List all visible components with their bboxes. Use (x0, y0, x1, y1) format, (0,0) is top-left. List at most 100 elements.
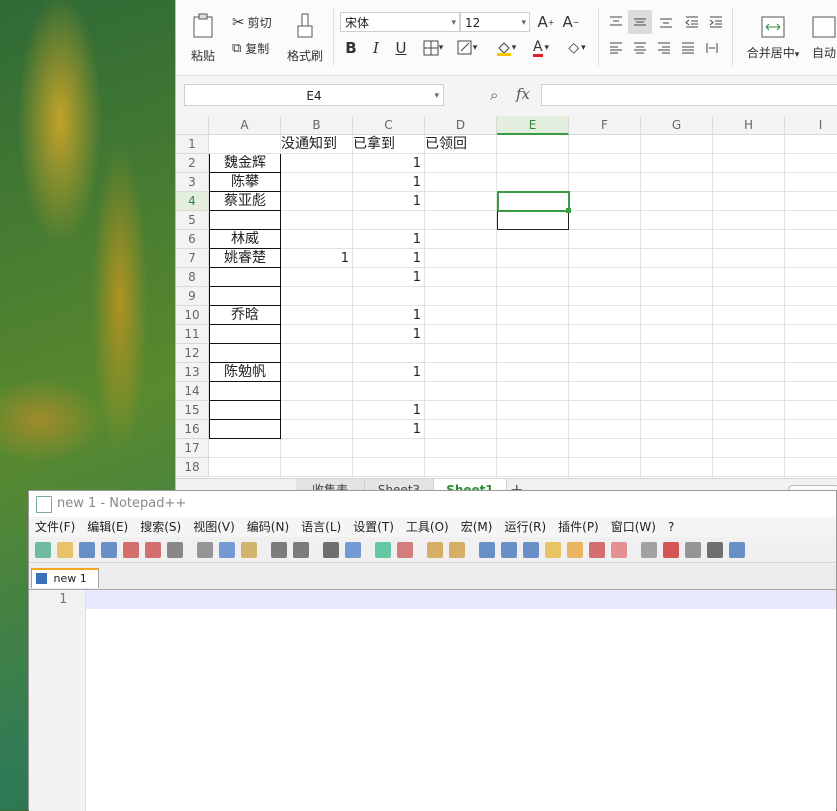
cell-i12[interactable] (785, 344, 837, 363)
menu-item-8[interactable]: 宏(M) (455, 517, 499, 537)
function-list-icon[interactable] (567, 542, 583, 558)
cell-b2[interactable] (281, 154, 353, 173)
row-header-12[interactable]: 12 (176, 344, 209, 363)
row-header-5[interactable]: 5 (176, 211, 209, 230)
cell-i6[interactable] (785, 230, 837, 249)
merge-center-button[interactable]: 合并居中▾ (742, 10, 804, 66)
doc-map-icon[interactable] (545, 542, 561, 558)
sync-v-icon[interactable] (427, 542, 443, 558)
row-header-16[interactable]: 16 (176, 420, 209, 439)
underline-button[interactable]: U (392, 38, 410, 58)
cell-b11[interactable] (281, 325, 353, 344)
cell-f5[interactable] (569, 211, 641, 230)
cell-d7[interactable] (425, 249, 497, 268)
column-header-b[interactable]: B (281, 116, 353, 135)
fx-button[interactable]: fx (516, 85, 530, 103)
word-wrap-icon[interactable] (479, 542, 495, 558)
align-right-button[interactable] (654, 38, 674, 58)
cell-g17[interactable] (641, 439, 713, 458)
cell-d14[interactable] (425, 382, 497, 401)
font-size-select[interactable]: 12 ▾ (460, 12, 530, 32)
font-color-button[interactable]: A ▾ (526, 38, 556, 58)
cell-h15[interactable] (713, 401, 785, 420)
align-left-button[interactable] (606, 38, 626, 58)
cell-a11[interactable] (209, 325, 281, 344)
row-header-8[interactable]: 8 (176, 268, 209, 287)
cell-f13[interactable] (569, 363, 641, 382)
cell-i11[interactable] (785, 325, 837, 344)
cell-c7[interactable]: 1 (353, 249, 425, 268)
copy-button[interactable]: ⧉ 复制 (232, 38, 269, 58)
find-icon[interactable] (323, 542, 339, 558)
monitor-icon[interactable] (611, 542, 627, 558)
cell-f11[interactable] (569, 325, 641, 344)
cell-i10[interactable] (785, 306, 837, 325)
align-center-button[interactable] (630, 38, 650, 58)
cell-d2[interactable] (425, 154, 497, 173)
menu-item-2[interactable]: 搜索(S) (134, 517, 187, 537)
cell-a1[interactable] (209, 135, 281, 154)
cell-b13[interactable] (281, 363, 353, 382)
menu-item-6[interactable]: 设置(T) (347, 517, 400, 537)
cell-g2[interactable] (641, 154, 713, 173)
cell-a8[interactable] (209, 268, 281, 287)
cell-i9[interactable] (785, 287, 837, 306)
cell-c18[interactable] (353, 458, 425, 477)
cell-h7[interactable] (713, 249, 785, 268)
cell-b17[interactable] (281, 439, 353, 458)
replace-icon[interactable] (345, 542, 361, 558)
cell-e1[interactable] (497, 135, 569, 154)
close-icon[interactable] (123, 542, 139, 558)
cell-h5[interactable] (713, 211, 785, 230)
cell-e16[interactable] (497, 420, 569, 439)
stop-icon[interactable] (663, 542, 679, 558)
cell-i16[interactable] (785, 420, 837, 439)
cell-e11[interactable] (497, 325, 569, 344)
cell-e12[interactable] (497, 344, 569, 363)
cell-c12[interactable] (353, 344, 425, 363)
cell-c15[interactable]: 1 (353, 401, 425, 420)
cell-b10[interactable] (281, 306, 353, 325)
cell-b1[interactable]: 没通知到 (281, 135, 353, 154)
cell-e3[interactable] (497, 173, 569, 192)
cell-i4[interactable] (785, 192, 837, 211)
cell-c1[interactable]: 已拿到 (353, 135, 425, 154)
cell-a13[interactable]: 陈勉帆 (209, 363, 281, 382)
cell-f18[interactable] (569, 458, 641, 477)
print-icon[interactable] (167, 542, 183, 558)
cell-g9[interactable] (641, 287, 713, 306)
cell-style-button[interactable]: ▾ (452, 38, 482, 58)
cell-f14[interactable] (569, 382, 641, 401)
row-header-15[interactable]: 15 (176, 401, 209, 420)
open-file-icon[interactable] (57, 542, 73, 558)
cell-g14[interactable] (641, 382, 713, 401)
indent-increase-button[interactable] (706, 12, 726, 32)
cell-b8[interactable] (281, 268, 353, 287)
editor-area[interactable]: 1 (29, 590, 836, 811)
row-header-14[interactable]: 14 (176, 382, 209, 401)
cell-h14[interactable] (713, 382, 785, 401)
cell-f17[interactable] (569, 439, 641, 458)
cell-c6[interactable]: 1 (353, 230, 425, 249)
cell-d5[interactable] (425, 211, 497, 230)
cell-f9[interactable] (569, 287, 641, 306)
cell-e15[interactable] (497, 401, 569, 420)
cell-e13[interactable] (497, 363, 569, 382)
align-top-button[interactable] (606, 12, 626, 32)
cell-c5[interactable] (353, 211, 425, 230)
cell-h17[interactable] (713, 439, 785, 458)
cell-d10[interactable] (425, 306, 497, 325)
column-header-f[interactable]: F (569, 116, 641, 135)
cell-g11[interactable] (641, 325, 713, 344)
cell-c9[interactable] (353, 287, 425, 306)
cell-h11[interactable] (713, 325, 785, 344)
cell-h10[interactable] (713, 306, 785, 325)
cell-grid[interactable]: A B C D E F G H I 1 没通知到 已拿到 已领回 2 魏金辉 1 3 陈攀 1 4 蔡亚彪 1 5 6 林威 1 7… (176, 116, 837, 478)
cell-i5[interactable] (785, 211, 837, 230)
cell-h9[interactable] (713, 287, 785, 306)
row-header-2[interactable]: 2 (176, 154, 209, 173)
cell-f1[interactable] (569, 135, 641, 154)
redo-icon[interactable] (293, 542, 309, 558)
formula-input[interactable] (541, 84, 837, 106)
cell-c13[interactable]: 1 (353, 363, 425, 382)
